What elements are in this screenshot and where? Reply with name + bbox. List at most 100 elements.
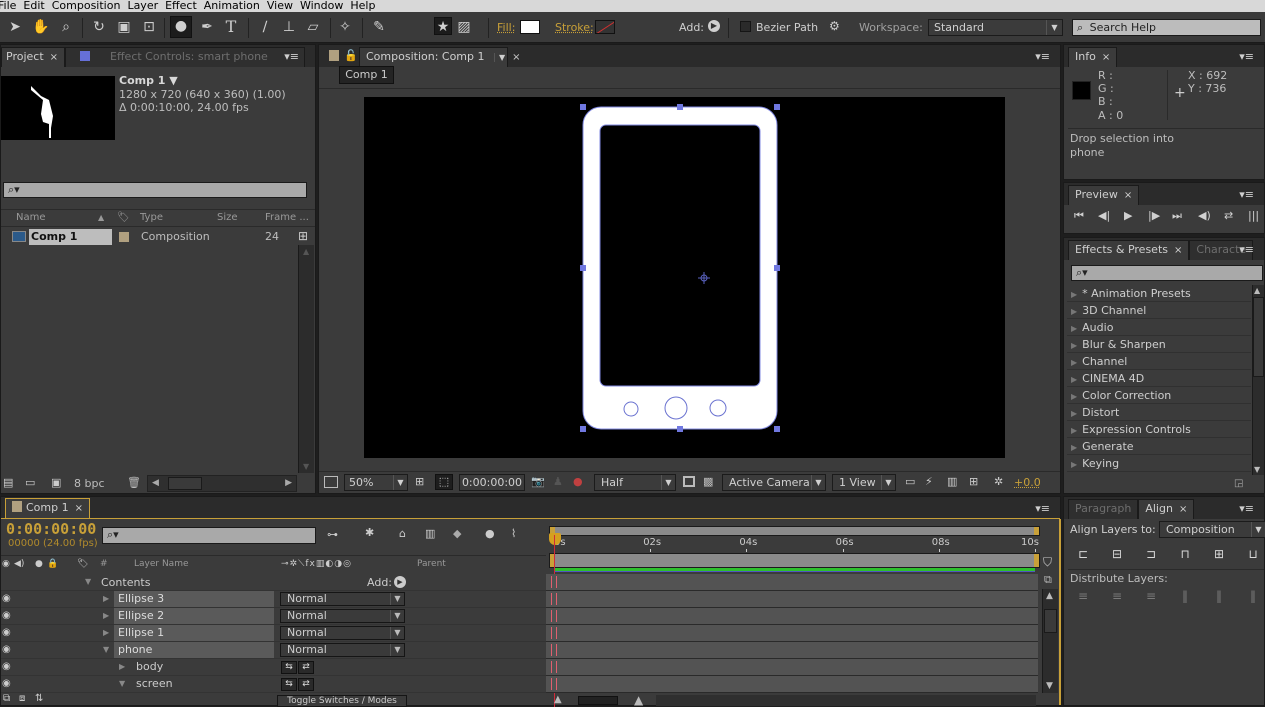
delete-icon[interactable]: 🗑: [127, 476, 141, 489]
scroll-thumb[interactable]: [168, 477, 202, 490]
distribute-top-icon[interactable]: ≡: [1074, 589, 1092, 603]
track-row[interactable]: [546, 591, 1038, 608]
scroll-thumb[interactable]: [1044, 609, 1057, 633]
resolution-select[interactable]: Half ▼: [594, 474, 676, 491]
effects-category-item[interactable]: ▶ Expression Controls: [1067, 421, 1251, 438]
column-name[interactable]: Name: [16, 210, 46, 226]
hide-shy-layers-icon[interactable]: ⌂: [399, 527, 406, 540]
panel-menu-icon[interactable]: ▾≡: [1239, 243, 1254, 256]
panel-menu-icon[interactable]: ▾≡: [1239, 502, 1254, 515]
scroll-down-icon[interactable]: ▼: [303, 462, 309, 471]
mask-tool-icon[interactable]: ▨: [455, 18, 473, 36]
scroll-up-icon[interactable]: ▲: [1254, 286, 1260, 295]
effects-search-input[interactable]: ⌕▾: [1071, 265, 1263, 281]
layer-name[interactable]: Ellipse 1: [114, 625, 274, 641]
effects-category-item[interactable]: ▶ * Animation Presets: [1067, 285, 1251, 302]
video-switch-icon[interactable]: ◉: [2, 556, 10, 573]
align-to-select[interactable]: Composition ▼: [1159, 521, 1265, 538]
menu-view[interactable]: View: [267, 0, 300, 12]
layer-row[interactable]: ◉ ▶ Ellipse 3 Normal ▼: [1, 591, 546, 608]
close-icon[interactable]: ×: [1179, 504, 1187, 515]
comp-name[interactable]: Comp 1 ▼: [119, 74, 178, 87]
comp-button-icon[interactable]: ⧉: [1044, 573, 1052, 587]
project-search-input[interactable]: ⌕▾: [3, 182, 307, 198]
project-item-comp1[interactable]: Comp 1 Composition 24: [1, 228, 297, 246]
close-icon[interactable]: ×: [1174, 245, 1182, 256]
lock-icon[interactable]: 🔓: [344, 49, 358, 62]
align-top-icon[interactable]: ⊓: [1176, 547, 1194, 561]
track-row[interactable]: [546, 676, 1038, 693]
project-horizontal-scrollbar[interactable]: ◀ ▶: [147, 475, 297, 492]
distribute-vertical-center-icon[interactable]: ≡: [1108, 589, 1126, 603]
tab-info[interactable]: Info ×: [1068, 47, 1118, 67]
flowchart-icon[interactable]: ⊞: [969, 475, 978, 488]
column-size[interactable]: Size: [217, 210, 238, 226]
layer-row[interactable]: ◉ ▼ phone Normal ▼: [1, 642, 546, 659]
expand-triangle-icon[interactable]: ▶: [103, 628, 109, 637]
audio-switch-icon[interactable]: ◀): [14, 556, 24, 573]
pen-tool-icon[interactable]: ✒: [198, 18, 216, 36]
project-scrollbar[interactable]: ▲ ▼: [298, 245, 314, 473]
align-right-icon[interactable]: ⊐: [1142, 547, 1160, 561]
eye-icon[interactable]: ◉: [2, 678, 11, 689]
fill-color-swatch[interactable]: [520, 20, 540, 34]
snapshot-icon[interactable]: 📷: [531, 475, 545, 488]
comp-viewer[interactable]: [364, 97, 1005, 458]
comp-marker-bin-icon[interactable]: ⛉: [1043, 555, 1052, 570]
scroll-down-icon[interactable]: ▼: [1046, 681, 1053, 691]
blend-mode-select[interactable]: Normal ▼: [280, 609, 405, 623]
zoom-in-icon[interactable]: ▲: [634, 693, 643, 707]
add-menu-icon[interactable]: ▶: [708, 20, 720, 32]
expand-triangle-icon[interactable]: ▼: [103, 645, 109, 654]
distribute-left-icon[interactable]: ‖: [1176, 589, 1194, 603]
flowchart-icon[interactable]: ⊞: [298, 229, 308, 243]
audio-icon[interactable]: ◀): [1198, 209, 1211, 222]
contents-row[interactable]: ▼ Contents Add: ▶: [1, 574, 546, 591]
parent-column[interactable]: Parent: [417, 556, 446, 573]
next-frame-icon[interactable]: |▶: [1148, 209, 1160, 222]
zoom-slider[interactable]: [578, 696, 618, 705]
path-direction-reverse-icon[interactable]: ⇄: [298, 678, 314, 691]
clone-stamp-tool-icon[interactable]: ⊥: [280, 18, 298, 36]
expand-triangle-icon[interactable]: ▶: [1071, 405, 1077, 422]
track-row[interactable]: [546, 642, 1038, 659]
column-type[interactable]: Type: [140, 210, 163, 226]
expand-triangle-icon[interactable]: ▶: [1071, 303, 1077, 320]
scroll-thumb[interactable]: [1253, 297, 1264, 377]
effects-category-item[interactable]: ▶ CINEMA 4D: [1067, 370, 1251, 387]
search-help-input[interactable]: ⌕ Search Help: [1072, 19, 1261, 36]
effects-category-item[interactable]: ▶ Keying: [1067, 455, 1251, 472]
close-icon[interactable]: ×: [75, 503, 83, 514]
path-direction-reverse-icon[interactable]: ⇄: [298, 661, 314, 674]
expand-triangle-icon[interactable]: ▼: [119, 679, 125, 688]
path-direction-icon[interactable]: ⇆: [281, 661, 297, 674]
comp-mini-flowchart-icon[interactable]: ⊶: [327, 528, 338, 541]
draft-3d-icon[interactable]: ✱: [365, 526, 374, 539]
effects-category-item[interactable]: ▶ Channel: [1067, 353, 1251, 370]
reset-exposure-icon[interactable]: ✲: [994, 475, 1003, 488]
last-frame-icon[interactable]: ⏭: [1172, 209, 1182, 223]
graph-editor-icon[interactable]: ⌇: [511, 527, 516, 540]
eye-icon[interactable]: ◉: [2, 627, 11, 638]
stroke-color-swatch[interactable]: [595, 20, 615, 34]
work-area-bar[interactable]: [549, 553, 1040, 568]
workspace-sync-icon[interactable]: ⚙: [829, 19, 840, 33]
timeline-scrollbar[interactable]: ▲ ▼: [1042, 589, 1058, 693]
timeline-horizontal-scrollbar[interactable]: [656, 695, 1036, 706]
hand-tool-icon[interactable]: ✋: [32, 18, 50, 36]
zoom-out-icon[interactable]: ▲: [554, 694, 562, 705]
layer-number-column[interactable]: #: [100, 556, 108, 573]
play-icon[interactable]: ▶: [1124, 209, 1132, 222]
eye-icon[interactable]: ◉: [2, 593, 11, 604]
tab-paragraph[interactable]: Paragraph: [1068, 499, 1139, 519]
effects-scrollbar[interactable]: ▲ ▼: [1252, 285, 1264, 475]
bezier-path-checkbox[interactable]: [740, 21, 751, 32]
label-tag-icon[interactable]: 🏷: [117, 210, 130, 226]
toggle-pixel-aspect-icon[interactable]: ▭: [905, 475, 915, 488]
add-menu-icon[interactable]: ▶: [394, 576, 406, 588]
comp-breadcrumb[interactable]: Comp 1: [339, 66, 394, 84]
menu-help[interactable]: Help: [350, 0, 382, 12]
expand-triangle-icon[interactable]: ▼: [85, 577, 91, 586]
effects-category-item[interactable]: ▶ 3D Channel: [1067, 302, 1251, 319]
label-color-swatch[interactable]: [119, 232, 129, 242]
